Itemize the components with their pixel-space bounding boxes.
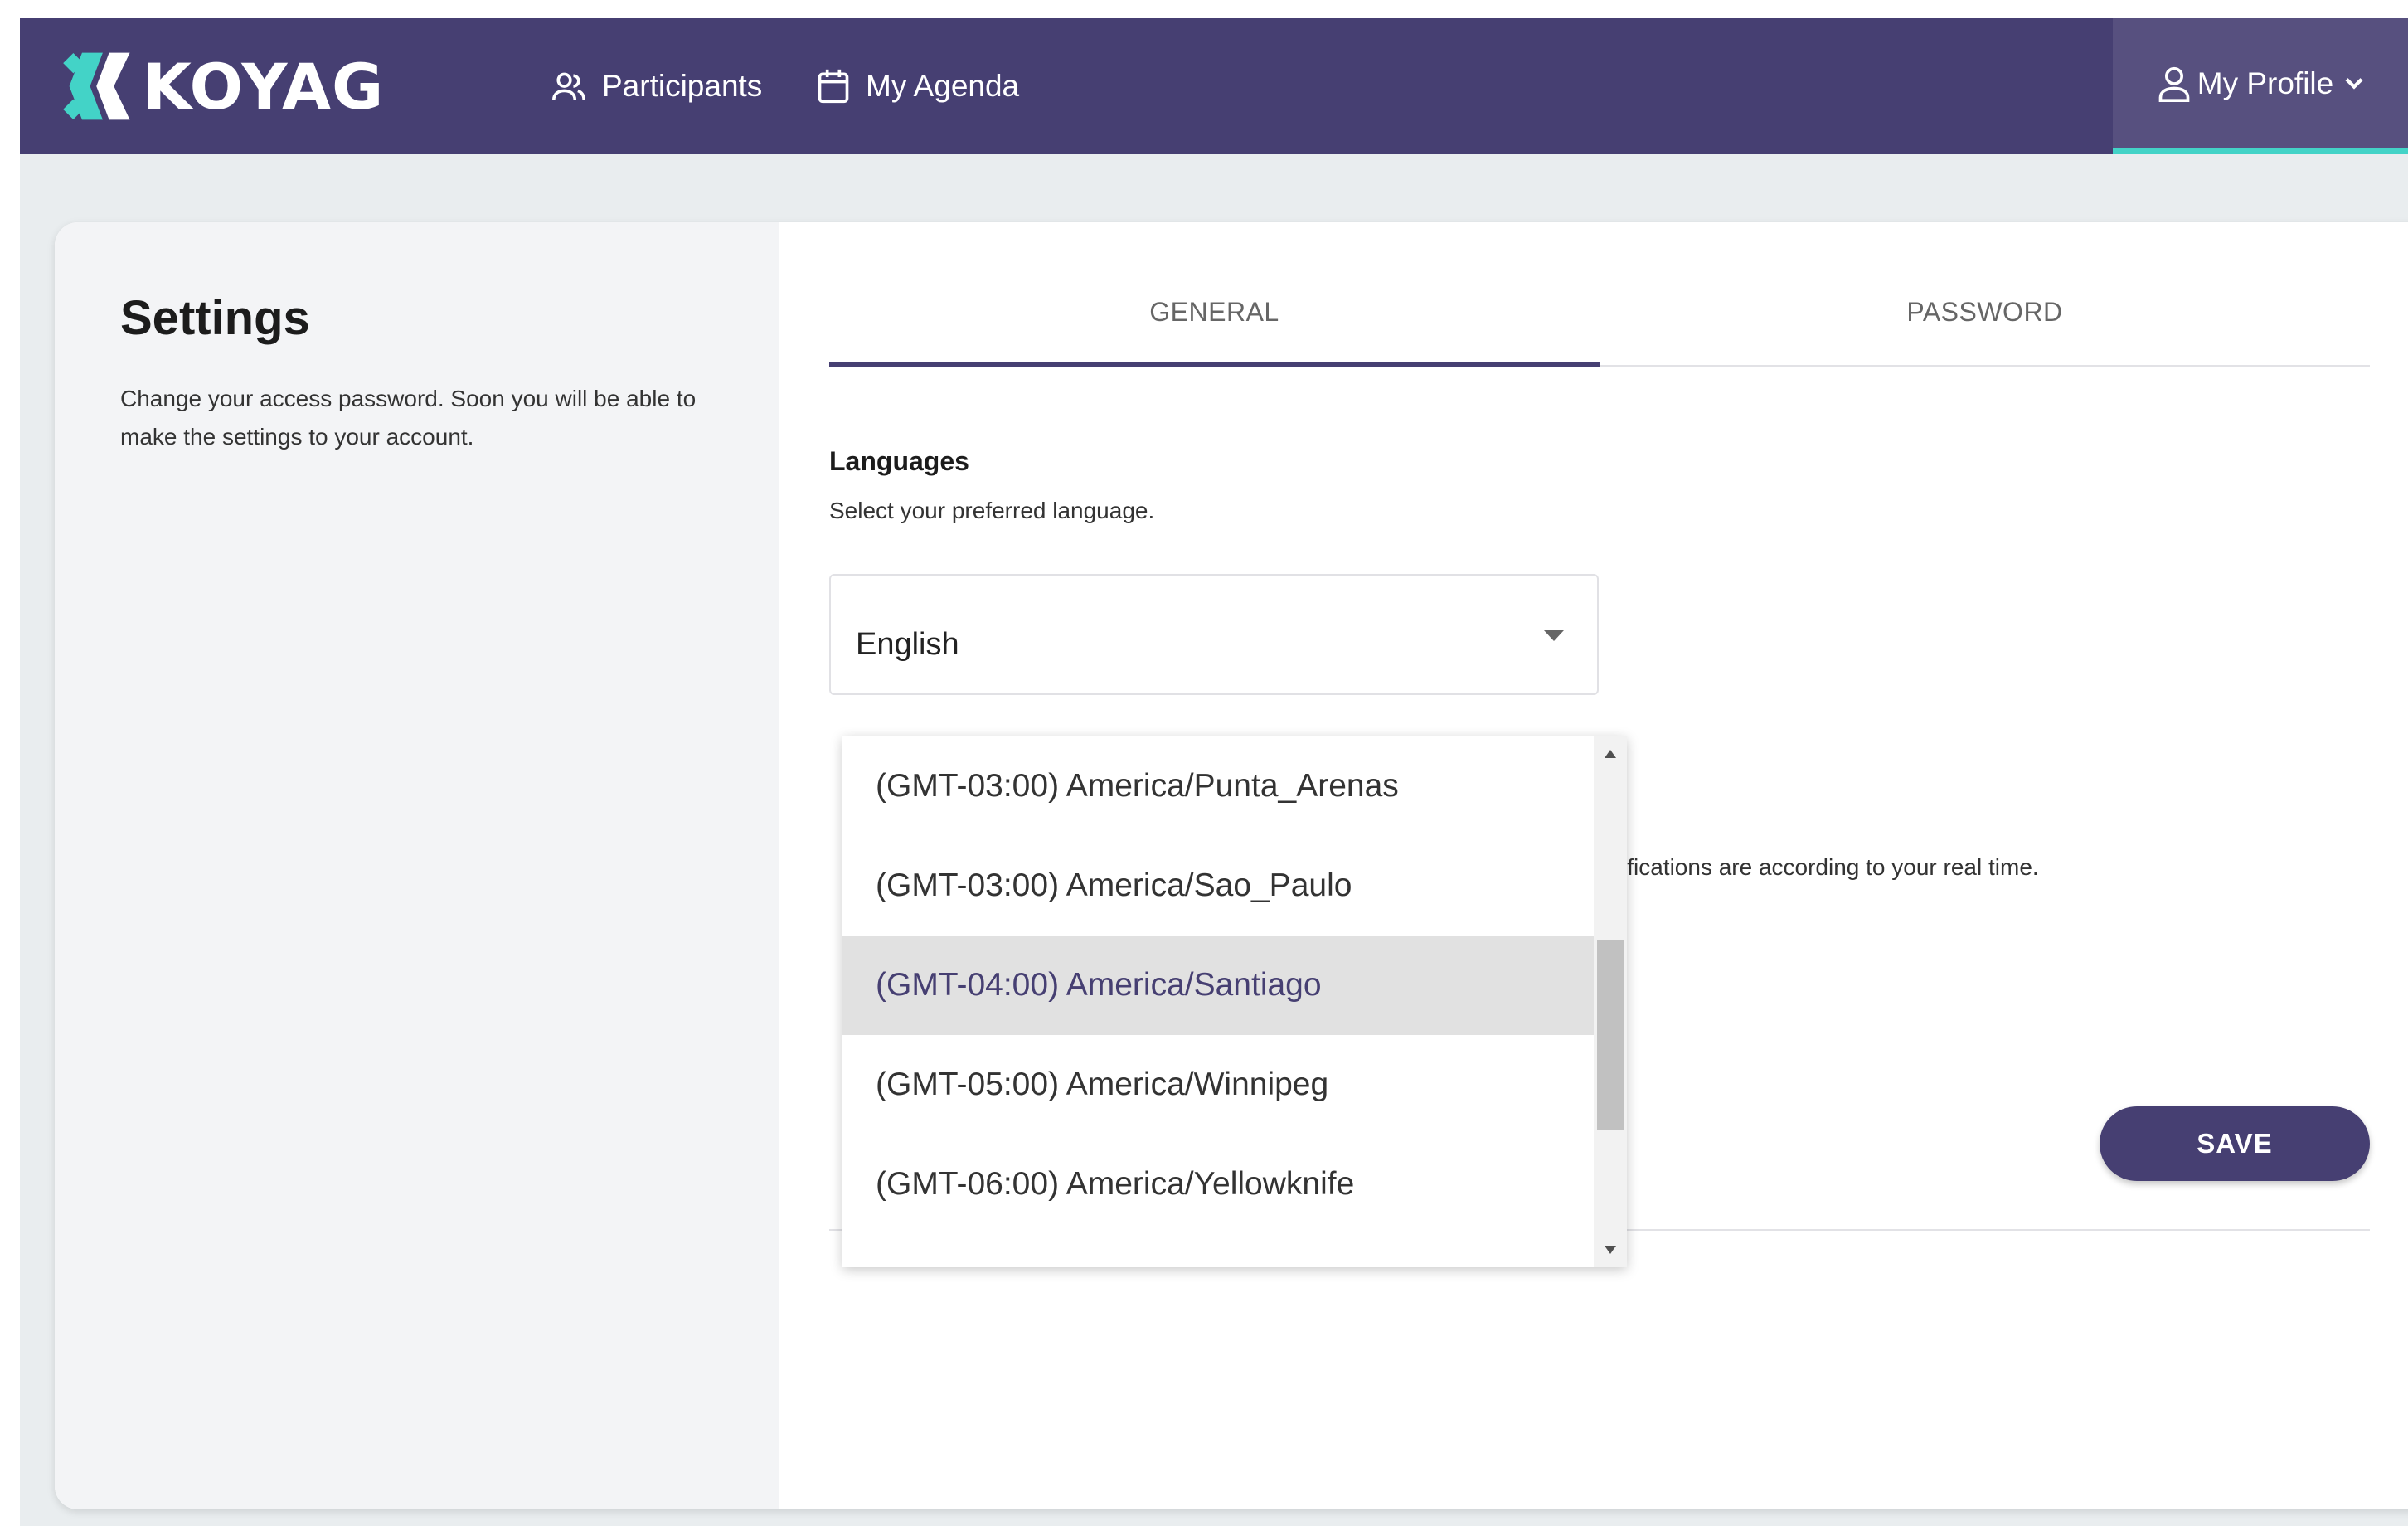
- nav-my-agenda[interactable]: My Agenda: [816, 18, 1019, 154]
- nav-participants-label: Participants: [602, 69, 763, 103]
- timezone-option[interactable]: (GMT-06:00) America/Yellowknife: [842, 1135, 1594, 1234]
- timezone-option[interactable]: (GMT-03:00) America/Punta_Arenas: [842, 736, 1594, 836]
- save-button[interactable]: SAVE: [2100, 1106, 2370, 1181]
- koyag-logo-icon: [63, 52, 130, 120]
- nav-my-agenda-label: My Agenda: [866, 69, 1020, 103]
- scrollbar-thumb[interactable]: [1597, 940, 1624, 1130]
- timezone-note: ifications are according to your real ti…: [1622, 854, 2039, 880]
- settings-tabs: GENERAL PASSWORD: [829, 289, 2370, 367]
- settings-sidebar: Settings Change your access password. So…: [55, 222, 779, 1509]
- chevron-down-icon: [2345, 77, 2363, 90]
- languages-subtitle: Select your preferred language.: [829, 498, 1155, 523]
- my-profile-menu[interactable]: My Profile: [2113, 18, 2408, 154]
- my-profile-label: My Profile: [2197, 66, 2334, 100]
- language-select-value: English: [856, 627, 959, 662]
- settings-description: Change your access password. Soon you wi…: [120, 386, 697, 450]
- page-title: Settings: [120, 291, 310, 345]
- timezone-option[interactable]: (GMT-05:00) America/Winnipeg: [842, 1035, 1594, 1135]
- scroll-down-arrow-icon[interactable]: [1605, 1246, 1616, 1254]
- calendar-icon: [818, 69, 849, 104]
- languages-heading: Languages: [829, 446, 969, 476]
- people-icon: [552, 72, 585, 100]
- brand-name: KOYAG: [143, 49, 385, 124]
- timezone-dropdown-list[interactable]: (GMT-03:00) America/Punta_Arenas (GMT-03…: [842, 736, 1627, 1267]
- brand-logo[interactable]: KOYAG: [61, 43, 384, 129]
- scroll-up-arrow-icon[interactable]: [1605, 750, 1616, 758]
- dropdown-arrow-icon: [1544, 630, 1564, 641]
- language-select[interactable]: English: [829, 574, 1599, 695]
- timezone-option[interactable]: (GMT-03:00) America/Sao_Paulo: [842, 836, 1594, 936]
- dropdown-scrollbar[interactable]: [1594, 736, 1627, 1267]
- nav-participants[interactable]: Participants: [551, 18, 762, 154]
- timezone-option-highlighted[interactable]: (GMT-04:00) America/Santiago: [842, 936, 1594, 1035]
- top-navbar: KOYAG Participants My Agenda My Profile: [20, 18, 2408, 154]
- app-root: KOYAG Participants My Agenda My Profile …: [20, 18, 2408, 1526]
- user-icon: [2158, 66, 2190, 102]
- tab-general[interactable]: GENERAL: [829, 289, 1600, 367]
- tab-password[interactable]: PASSWORD: [1600, 289, 2370, 365]
